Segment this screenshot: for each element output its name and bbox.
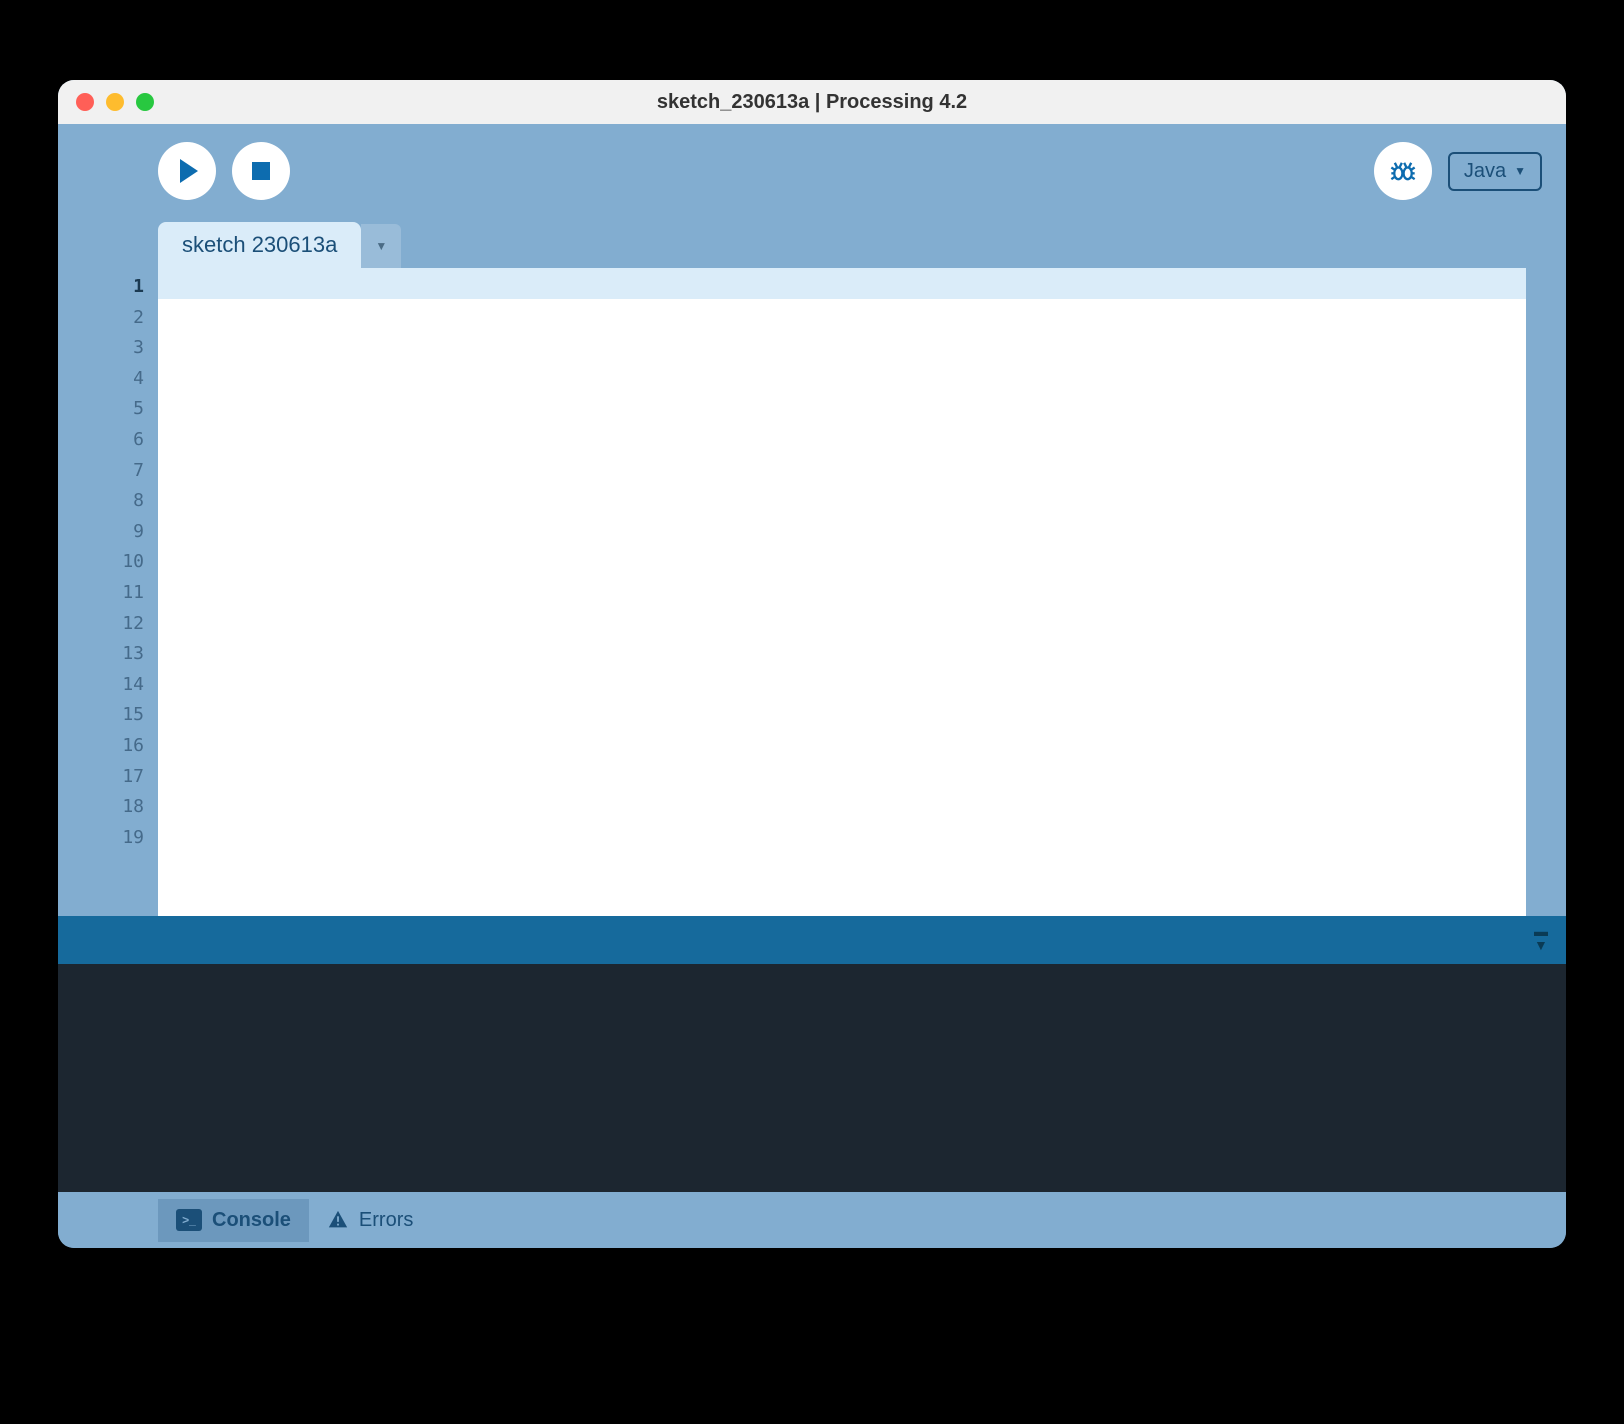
debug-button[interactable]	[1374, 142, 1432, 200]
line-number: 6	[58, 425, 158, 456]
line-number: 16	[58, 731, 158, 762]
line-number: 19	[58, 823, 158, 854]
line-number: 11	[58, 578, 158, 609]
console-output[interactable]	[58, 964, 1566, 1192]
mode-select[interactable]: Java ▼	[1448, 152, 1542, 191]
debug-icon	[1389, 157, 1417, 185]
chevron-down-icon: ▼	[1514, 164, 1526, 178]
line-number: 5	[58, 394, 158, 425]
line-number: 17	[58, 762, 158, 793]
stop-icon	[252, 162, 270, 180]
footer: >_ Console Errors	[58, 1192, 1566, 1248]
line-number: 18	[58, 792, 158, 823]
line-number: 8	[58, 486, 158, 517]
console-icon: >_	[176, 1209, 202, 1231]
resize-handle-icon[interactable]: ▬▼	[1534, 924, 1548, 952]
line-number: 4	[58, 364, 158, 395]
gutter: 1 2 3 4 5 6 7 8 9 10 11 12 13 14 15 16 1…	[58, 268, 158, 916]
line-number: 2	[58, 303, 158, 334]
line-number: 1	[58, 272, 158, 303]
run-button[interactable]	[158, 142, 216, 200]
line-number: 3	[58, 333, 158, 364]
play-icon	[180, 159, 198, 183]
editor-area: 1 2 3 4 5 6 7 8 9 10 11 12 13 14 15 16 1…	[58, 268, 1566, 916]
tab-menu-button[interactable]: ▼	[361, 224, 401, 268]
line-number: 14	[58, 670, 158, 701]
warning-icon	[327, 1209, 349, 1231]
code-editor[interactable]	[158, 268, 1526, 916]
line-number: 9	[58, 517, 158, 548]
console-tab-label: Console	[212, 1209, 291, 1232]
line-number: 7	[58, 456, 158, 487]
window-title: sketch_230613a | Processing 4.2	[58, 91, 1566, 114]
stop-button[interactable]	[232, 142, 290, 200]
current-line-highlight	[158, 268, 1526, 299]
toolbar: Java ▼	[58, 124, 1566, 218]
tab-row: sketch 230613a ▼	[58, 218, 1566, 268]
titlebar: sketch_230613a | Processing 4.2	[58, 80, 1566, 124]
errors-tab[interactable]: Errors	[309, 1199, 431, 1242]
errors-tab-label: Errors	[359, 1209, 413, 1232]
line-number: 10	[58, 547, 158, 578]
line-number: 13	[58, 639, 158, 670]
sketch-tab[interactable]: sketch 230613a	[158, 222, 361, 268]
chevron-down-icon: ▼	[375, 239, 387, 253]
console-tab[interactable]: >_ Console	[158, 1199, 309, 1242]
line-number: 15	[58, 700, 158, 731]
line-number: 12	[58, 609, 158, 640]
app-window: sketch_230613a | Processing 4.2	[58, 80, 1566, 1248]
console-divider[interactable]: ▬▼	[58, 916, 1566, 964]
mode-label: Java	[1464, 160, 1506, 183]
